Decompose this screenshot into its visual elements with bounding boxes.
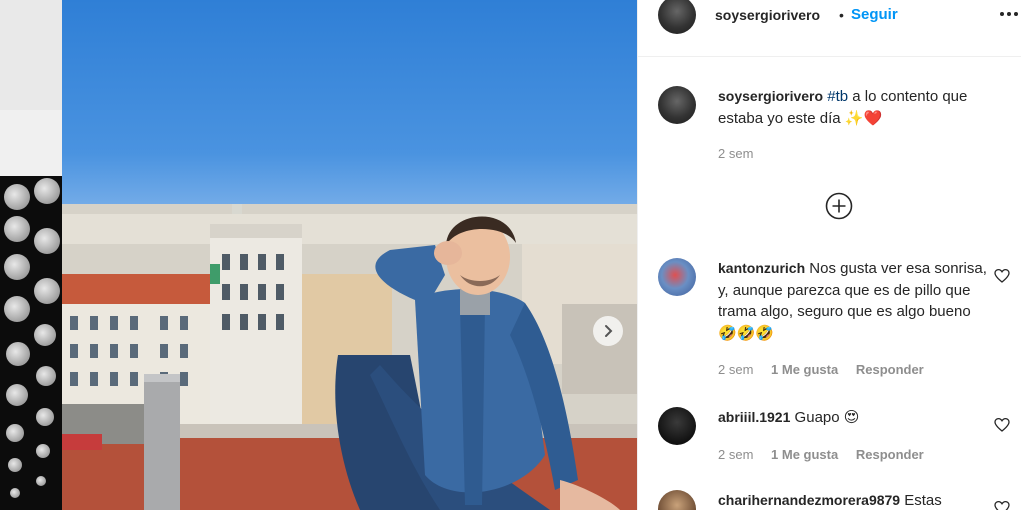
- comment-body: Estas: [900, 492, 942, 509]
- caption-text: soysergiorivero #tb a lo contento que es…: [718, 86, 1008, 129]
- plus-circle-icon[interactable]: [825, 192, 853, 220]
- comment-emoji: 😍: [843, 408, 860, 426]
- post-header: soysergiorivero • Seguir: [638, 0, 1021, 57]
- comment-emoji: 🤣🤣🤣: [718, 323, 775, 342]
- post-photo[interactable]: [62, 0, 637, 510]
- commenter-avatar[interactable]: [658, 407, 696, 445]
- comment-time[interactable]: 2 sem: [718, 362, 753, 377]
- next-photo-button[interactable]: [593, 316, 623, 346]
- comment-item: kantonzurich Nos gusta ver esa sonrisa, …: [658, 258, 1010, 383]
- more-horizontal-icon[interactable]: [999, 7, 1019, 21]
- caption-meta: 2 sem: [718, 146, 767, 161]
- comment-username[interactable]: kantonzurich: [718, 260, 805, 276]
- author-username[interactable]: soysergiorivero: [715, 7, 820, 23]
- heart-outline-icon[interactable]: [994, 268, 1010, 284]
- comment-username[interactable]: charihernandezmorera9879: [718, 492, 900, 508]
- commenter-avatar[interactable]: [658, 490, 696, 510]
- chevron-right-icon: [605, 325, 613, 337]
- background-panel: [0, 110, 62, 176]
- post-side-panel: soysergiorivero • Seguir soysergiorivero…: [637, 0, 1021, 510]
- person-figure: [335, 216, 620, 510]
- caption-emoji: ✨❤️: [844, 108, 883, 127]
- comment-body: Guapo: [790, 409, 844, 426]
- comment-text: kantonzurich Nos gusta ver esa sonrisa, …: [718, 258, 988, 344]
- reply-button[interactable]: Responder: [856, 447, 924, 462]
- comment-meta: 2 sem 1 Me gusta Responder: [718, 362, 938, 377]
- comment-time[interactable]: 2 sem: [718, 447, 753, 462]
- follow-button[interactable]: Seguir: [851, 6, 898, 23]
- reply-button[interactable]: Responder: [856, 362, 924, 377]
- comment-meta: 2 sem 1 Me gusta Responder: [718, 447, 938, 462]
- comment-item: abriiil.1921 Guapo 😍 2 sem 1 Me gusta Re…: [658, 407, 1010, 467]
- commenter-avatar[interactable]: [658, 258, 696, 296]
- comment-text: charihernandezmorera9879 Estas: [718, 490, 988, 510]
- caption-time[interactable]: 2 sem: [718, 146, 753, 161]
- comment-text: abriiil.1921 Guapo 😍: [718, 407, 988, 429]
- comment-item: charihernandezmorera9879 Estas: [658, 490, 1010, 510]
- background-panel: [0, 0, 62, 110]
- caption-username[interactable]: soysergiorivero: [718, 88, 823, 104]
- instagram-post-view: soysergiorivero • Seguir soysergiorivero…: [0, 0, 1021, 510]
- separator-dot: •: [839, 7, 844, 23]
- comment-likes[interactable]: 1 Me gusta: [771, 362, 838, 377]
- comment-likes[interactable]: 1 Me gusta: [771, 447, 838, 462]
- heart-outline-icon[interactable]: [994, 417, 1010, 433]
- author-avatar[interactable]: [658, 86, 696, 124]
- background-dotted-pattern: [0, 176, 62, 510]
- heart-outline-icon[interactable]: [994, 500, 1010, 510]
- comment-username[interactable]: abriiil.1921: [718, 409, 790, 425]
- author-avatar[interactable]: [658, 0, 696, 34]
- post-caption: soysergiorivero #tb a lo contento que es…: [658, 86, 1010, 166]
- caption-hashtag[interactable]: #tb: [827, 88, 848, 105]
